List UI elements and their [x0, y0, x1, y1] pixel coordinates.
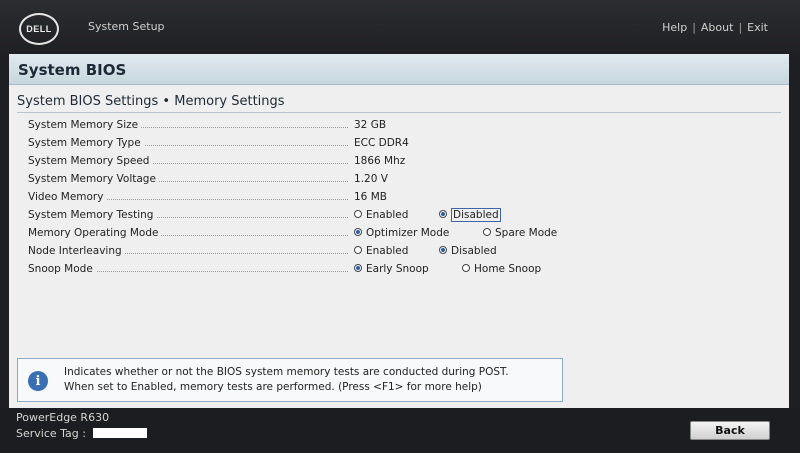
- top-bar: DELL System Setup Help | About | Exit: [0, 0, 800, 54]
- link-separator: |: [692, 21, 696, 34]
- radio-memory-testing-disabled[interactable]: Disabled: [439, 208, 501, 222]
- radio-node-interleaving-disabled[interactable]: Disabled: [439, 245, 497, 257]
- setting-label: System Memory Speed: [28, 155, 153, 167]
- setting-value: ECC DDR4: [354, 137, 409, 149]
- setting-label: Video Memory: [28, 191, 107, 203]
- radio-label: Early Snoop: [366, 263, 429, 275]
- exit-link[interactable]: Exit: [747, 21, 768, 34]
- setting-row-node-interleaving: Node Interleaving Enabled Disabled: [28, 243, 778, 261]
- back-button[interactable]: Back: [690, 421, 770, 440]
- system-model: PowerEdge R630: [16, 411, 110, 424]
- setting-label: Snoop Mode: [28, 263, 96, 275]
- service-tag-label: Service Tag :: [16, 427, 86, 440]
- radio-button-icon: [439, 246, 447, 254]
- page-title: System BIOS Settings • Memory Settings: [17, 94, 285, 109]
- settings-list: System Memory Size 32 GB System Memory T…: [28, 117, 778, 279]
- radio-label: Disabled: [451, 208, 501, 222]
- setting-row-memory-speed: System Memory Speed 1866 Mhz: [28, 153, 778, 171]
- info-icon: i: [28, 371, 48, 391]
- radio-optimizer-mode[interactable]: Optimizer Mode: [354, 227, 449, 239]
- radio-spare-mode[interactable]: Spare Mode: [483, 227, 557, 239]
- about-link[interactable]: About: [701, 21, 734, 34]
- radio-label: Enabled: [366, 209, 409, 221]
- help-link[interactable]: Help: [662, 21, 687, 34]
- setting-value: 32 GB: [354, 119, 387, 131]
- radio-node-interleaving-enabled[interactable]: Enabled: [354, 245, 408, 257]
- radio-label: Enabled: [366, 245, 409, 257]
- radio-label: Disabled: [451, 245, 497, 257]
- setting-row-memory-testing: System Memory Testing Enabled Disabled: [28, 207, 778, 225]
- help-text-line-1: Indicates whether or not the BIOS system…: [64, 366, 509, 378]
- radio-home-snoop[interactable]: Home Snoop: [462, 263, 541, 275]
- app-title: System Setup: [88, 20, 165, 33]
- radio-label: Home Snoop: [474, 263, 542, 275]
- setting-row-video-memory: Video Memory 16 MB: [28, 189, 778, 207]
- setting-label: Memory Operating Mode: [28, 227, 162, 239]
- radio-button-icon: [354, 246, 362, 254]
- section-title: System BIOS: [18, 61, 127, 79]
- radio-button-icon: [354, 264, 362, 272]
- link-separator: |: [738, 21, 743, 34]
- footer-bar: PowerEdge R630 Service Tag : Back: [0, 408, 800, 453]
- setting-row-memory-type: System Memory Type ECC DDR4: [28, 135, 778, 153]
- radio-button-icon: [462, 264, 470, 272]
- radio-button-icon: [439, 210, 447, 218]
- setting-label: System Memory Testing: [28, 209, 157, 221]
- radio-button-icon: [354, 228, 362, 236]
- help-box: i Indicates whether or not the BIOS syst…: [17, 358, 563, 402]
- radio-label: Optimizer Mode: [366, 227, 450, 239]
- radio-memory-testing-enabled[interactable]: Enabled: [354, 209, 408, 221]
- setting-label: System Memory Type: [28, 137, 144, 149]
- help-text-line-2: When set to Enabled, memory tests are pe…: [64, 381, 482, 393]
- title-divider: [17, 112, 781, 113]
- radio-early-snoop[interactable]: Early Snoop: [354, 263, 429, 275]
- setting-label: System Memory Size: [28, 119, 142, 131]
- dell-logo: DELL: [19, 13, 59, 45]
- main-panel: System BIOS System BIOS Settings • Memor…: [9, 54, 789, 408]
- setting-value: 1.20 V: [354, 173, 388, 185]
- radio-label: Spare Mode: [495, 227, 558, 239]
- setting-row-snoop-mode: Snoop Mode Early Snoop Home Snoop: [28, 261, 778, 279]
- setting-row-memory-operating-mode: Memory Operating Mode Optimizer Mode Spa…: [28, 225, 778, 243]
- setting-label: System Memory Voltage: [28, 173, 159, 185]
- setting-row-memory-size: System Memory Size 32 GB: [28, 117, 778, 135]
- radio-button-icon: [483, 228, 491, 236]
- section-header: System BIOS: [9, 54, 789, 85]
- setting-label: Node Interleaving: [28, 245, 125, 257]
- radio-button-icon: [354, 210, 362, 218]
- setting-row-memory-voltage: System Memory Voltage 1.20 V: [28, 171, 778, 189]
- setting-value: 16 MB: [354, 191, 387, 203]
- setting-value: 1866 Mhz: [354, 155, 406, 167]
- top-links: Help | About | Exit: [662, 21, 768, 34]
- service-tag-value-redacted: [93, 428, 147, 438]
